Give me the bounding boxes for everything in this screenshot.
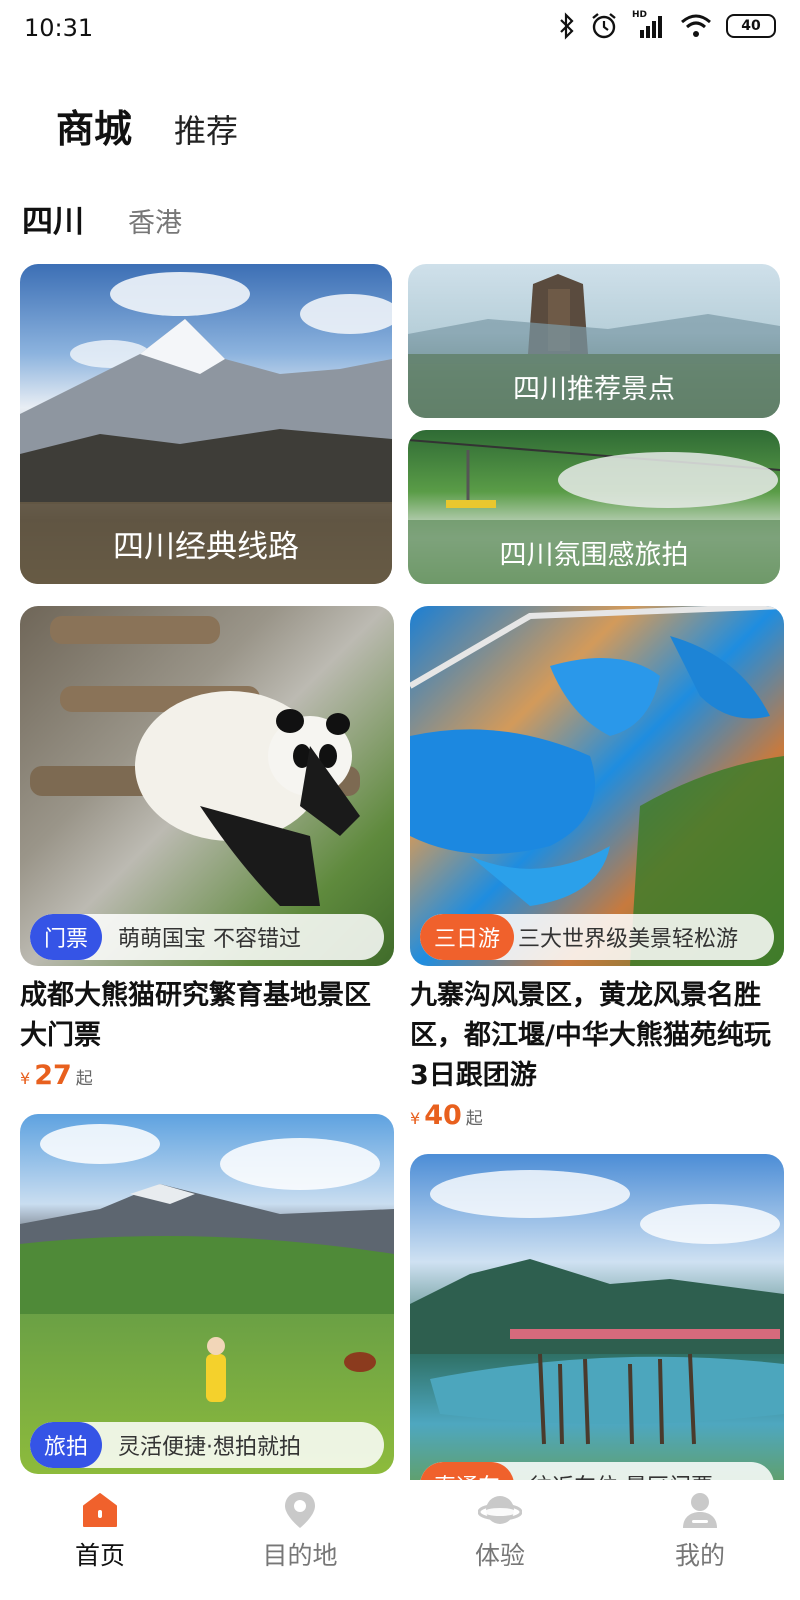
mountain-image <box>20 272 392 504</box>
tab-mall[interactable]: 商城 <box>56 98 132 153</box>
banner-label: 四川经典线路 <box>20 502 392 584</box>
alarm-icon <box>592 13 616 39</box>
user-icon <box>683 1493 717 1528</box>
banner-label: 四川氛围感旅拍 <box>408 520 780 584</box>
home-icon <box>83 1493 117 1527</box>
product-tag: 旅拍 <box>30 1422 103 1468</box>
product-card-travel-photo[interactable]: 旅拍 灵活便捷·想拍就拍 <box>20 1114 394 1474</box>
product-tag: 三日游 <box>420 914 515 960</box>
lake-illustration <box>410 1170 784 1445</box>
price-currency: ¥ <box>410 1109 421 1128</box>
signal-icon: HD <box>632 10 666 40</box>
nav-destination[interactable]: 目的地 <box>220 1490 380 1572</box>
status-time: 10:31 <box>24 14 94 42</box>
region-tab-sichuan[interactable]: 四川 <box>18 196 92 247</box>
product-card-direct-bus[interactable]: 直通车 往返车位·景区门票 <box>410 1154 784 1514</box>
product-tag-bar: 三日游 三大世界级美景轻松游 <box>420 914 774 960</box>
bottom-nav: 首页 目的地 体验 我的 <box>0 1480 800 1600</box>
nav-experience[interactable]: 体验 <box>420 1490 580 1572</box>
product-tag-bar: 旅拍 灵活便捷·想拍就拍 <box>30 1422 384 1468</box>
lake-aerial-illustration <box>410 606 784 966</box>
location-pin-icon <box>285 1492 315 1528</box>
nav-label: 我的 <box>674 1541 725 1570</box>
product-card-panda[interactable]: 门票 萌萌国宝 不容错过 成都大熊猫研究繁育基地景区大门票 ¥ 27 起 <box>20 606 394 1091</box>
status-bar: 10:31 HD 40 <box>0 0 800 56</box>
bluetooth-icon <box>560 12 574 40</box>
banner-atmosphere-photos[interactable]: 四川氛围感旅拍 <box>408 430 780 584</box>
banner-label: 四川推荐景点 <box>408 354 780 418</box>
nav-profile[interactable]: 我的 <box>620 1490 780 1572</box>
product-price: ¥ 40 起 <box>410 1100 784 1131</box>
battery-level: 40 <box>741 18 761 34</box>
cable-car-image <box>408 439 780 508</box>
region-tab-label: 四川 <box>22 204 84 240</box>
product-image-panda: 门票 萌萌国宝 不容错过 <box>20 606 394 966</box>
tab-recommend[interactable]: 推荐 <box>174 106 238 152</box>
wifi-icon <box>681 14 711 37</box>
price-value: 27 <box>34 1060 72 1091</box>
planet-icon <box>478 1496 522 1524</box>
nav-label: 目的地 <box>262 1541 338 1570</box>
main-tabs: 商城 推荐 <box>56 98 238 153</box>
pagoda-image <box>408 274 780 364</box>
price-value: 40 <box>424 1100 462 1131</box>
product-title: 九寨沟风景区，黄龙风景名胜区，都江堰/中华大熊猫苑纯玩3日跟团游 <box>410 980 771 1091</box>
banner-classic-routes[interactable]: 四川经典线路 <box>20 264 392 584</box>
product-subtitle: 三大世界级美景轻松游 <box>518 927 739 952</box>
nav-home[interactable]: 首页 <box>20 1490 180 1572</box>
product-subtitle: 萌萌国宝 不容错过 <box>118 927 302 952</box>
product-image-grassland: 旅拍 灵活便捷·想拍就拍 <box>20 1114 394 1474</box>
product-title: 成都大熊猫研究繁育基地景区大门票 <box>20 980 371 1051</box>
product-image-jiuzhaigou: 三日游 三大世界级美景轻松游 <box>410 606 784 966</box>
network-label: HD <box>632 10 648 20</box>
battery-icon: 40 <box>726 14 776 38</box>
panda-illustration <box>30 616 360 906</box>
product-tag-bar: 门票 萌萌国宝 不容错过 <box>30 914 384 960</box>
price-suffix: 起 <box>75 1069 93 1089</box>
region-tab-hongkong[interactable]: 香港 <box>128 201 182 240</box>
product-card-jiuzhaigou[interactable]: 三日游 三大世界级美景轻松游 九寨沟风景区，黄龙风景名胜区，都江堰/中华大熊猫苑… <box>410 606 784 1131</box>
grassland-illustration <box>20 1124 394 1402</box>
price-suffix: 起 <box>465 1109 483 1129</box>
product-image-lake: 直通车 往返车位·景区门票 <box>410 1154 784 1514</box>
banner-recommended-spots[interactable]: 四川推荐景点 <box>408 264 780 418</box>
status-icons: HD 40 <box>558 10 776 40</box>
product-subtitle: 灵活便捷·想拍就拍 <box>118 1435 302 1460</box>
product-tag: 门票 <box>30 914 103 960</box>
product-price: ¥ 27 起 <box>20 1060 394 1091</box>
nav-label: 体验 <box>474 1541 525 1570</box>
price-currency: ¥ <box>20 1069 31 1088</box>
nav-label: 首页 <box>74 1541 125 1570</box>
region-tabs: 四川 香港 <box>18 196 182 247</box>
